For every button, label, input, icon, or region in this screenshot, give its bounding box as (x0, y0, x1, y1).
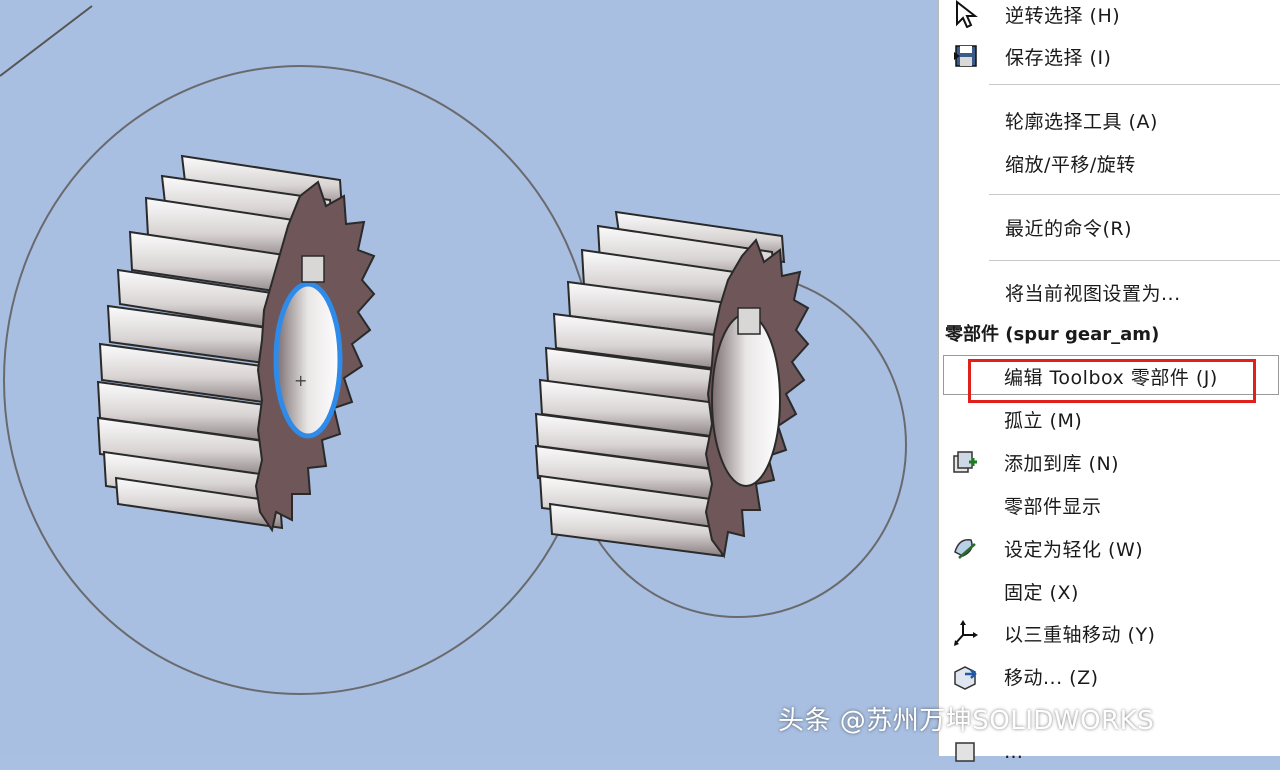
graphics-viewport[interactable]: + (0, 0, 938, 756)
menu-item-move[interactable]: 移动... (Z) (938, 658, 1280, 694)
gear-assembly-view[interactable]: + (0, 0, 938, 756)
origin-marker: + (294, 371, 307, 390)
menu-item-isolate[interactable]: 孤立 (M) (938, 401, 1280, 437)
watermark: 头条 @苏州万坤SOLIDWORKS (778, 706, 1155, 736)
menu-item-add-to-library[interactable]: 添加到库 (N) (938, 444, 1280, 480)
highlight-annotation-box (968, 359, 1256, 403)
menu-item-component-display[interactable]: 零部件显示 (938, 487, 1280, 523)
gear-left-bore (273, 281, 343, 439)
gear-left-keyway (301, 255, 325, 283)
menu-item-move-with-triad[interactable]: 以三重轴移动 (Y) (938, 615, 1280, 651)
lightweight-icon (950, 534, 980, 562)
menu-item-set-lightweight[interactable]: 设定为轻化 (W) (938, 530, 1280, 566)
edge-line-topleft (0, 5, 93, 77)
gear-right-bore (711, 313, 781, 487)
add-to-library-icon (950, 448, 980, 476)
gear-right-keyway (737, 307, 761, 335)
menu-item-partial[interactable]: … (938, 734, 1280, 770)
triad-move-icon (950, 619, 980, 647)
menu-item-fix[interactable]: 固定 (X) (938, 573, 1280, 609)
component-icon (950, 738, 980, 766)
move-component-icon (950, 662, 980, 690)
